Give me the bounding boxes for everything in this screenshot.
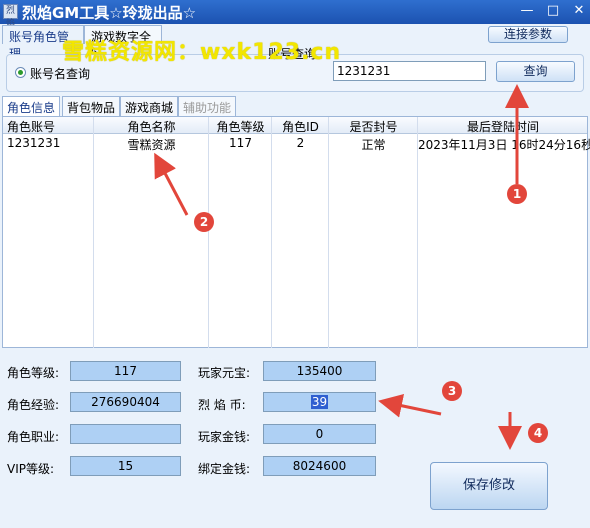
liehuo-field[interactable]: 39 [263,392,376,412]
cell-role-id: 2 [296,136,305,150]
annotation-badge-4: 4 [528,423,548,443]
yuanbao-field[interactable]: 135400 [263,361,376,381]
tab-game-shop[interactable]: 游戏商城 [120,96,179,116]
role-table: 角色账号 角色名称 角色等级 角色ID 是否封号 最后登陆时间 1231231 … [2,116,590,348]
column-header[interactable]: 角色账号 [3,118,94,135]
save-changes-button[interactable]: 保存修改 [430,462,548,510]
tab-label: 角色信息 [7,101,56,115]
cell-last-login: 2023年11月3日 16时24分16秒 [418,138,590,152]
column-divider [3,117,94,348]
radio-label: 账号名查询 [30,67,91,81]
column-header[interactable]: 角色名称 [94,118,209,135]
column-divider [209,117,272,348]
vip-label: VIP等级: [7,462,55,476]
cell-account: 1231231 [7,136,61,150]
column-header[interactable]: 角色等级 [209,118,272,135]
cell-role-name: 雪糕资源 [127,138,176,152]
account-query-input[interactable]: 1231231 [333,61,486,81]
job-label: 角色职业: [7,430,60,444]
liehuo-label: 烈 焰 币: [198,398,246,412]
tab-label: 游戏商城 [125,101,174,115]
gold-field[interactable]: 0 [263,424,376,444]
annotation-badge-3: 3 [442,381,462,401]
annotation-badge-2: 2 [194,212,214,232]
cell-ban-status: 正常 [361,138,386,152]
watermark-text: 雪糕资源网：wxk123.cn [62,40,342,65]
tab-assist-functions[interactable]: 辅助功能 [178,96,237,116]
title-bar: 烈焰 烈焰GM工具☆玲珑出品☆ — □ ✕ [0,0,590,29]
window-title: 烈焰GM工具☆玲珑出品☆ [22,4,197,22]
vip-field[interactable]: 15 [70,456,181,476]
tab-label: 背包物品 [67,101,116,115]
cell-role-level: 117 [229,136,252,150]
tab-backpack[interactable]: 背包物品 [62,96,121,116]
level-label: 角色等级: [7,366,60,380]
annotation-badge-1: 1 [507,184,527,204]
exp-label: 角色经验: [7,398,60,412]
level-field[interactable]: 117 [70,361,181,381]
liehuo-value: 39 [310,395,329,409]
maximize-icon[interactable]: □ [544,3,562,19]
tab-role-info[interactable]: 角色信息 [2,96,61,117]
connect-params-button[interactable]: 连接参数 [488,26,568,43]
column-header[interactable]: 角色ID [272,118,329,135]
gold-label: 玩家金钱: [198,430,251,444]
column-divider [272,117,329,348]
column-header[interactable]: 最后登陆时间 [418,118,588,135]
bound-gold-field[interactable]: 8024600 [263,456,376,476]
column-header[interactable]: 是否封号 [329,118,418,135]
yuanbao-label: 玩家元宝: [198,366,251,380]
bound-gold-label: 绑定金钱: [198,462,251,476]
minimize-icon[interactable]: — [518,3,536,19]
tab-label: 辅助功能 [183,101,232,115]
query-button[interactable]: 查询 [496,61,575,82]
close-icon[interactable]: ✕ [570,3,588,19]
app-icon: 烈焰 [3,4,18,29]
exp-field[interactable]: 276690404 [70,392,181,412]
account-query-radio[interactable] [15,67,26,78]
job-field[interactable] [70,424,181,444]
